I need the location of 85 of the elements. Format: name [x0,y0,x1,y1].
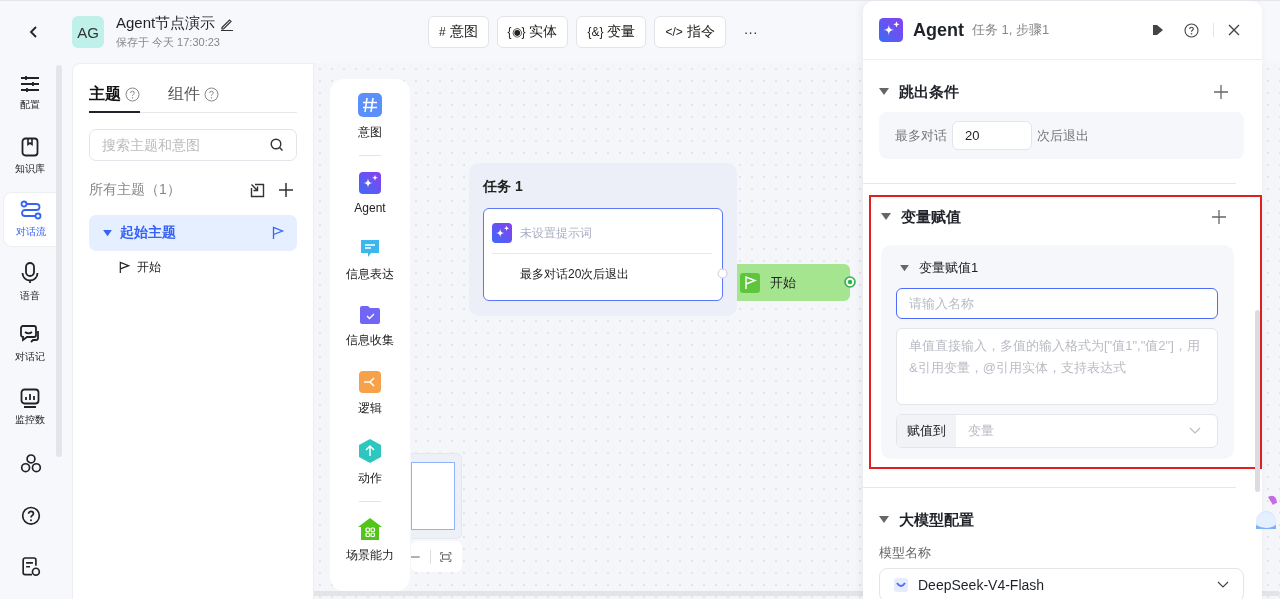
nav-item[interactable]: 语音 [4,255,56,309]
search-icon[interactable] [270,138,284,152]
close-icon[interactable] [1228,24,1240,36]
sliders-icon [20,74,40,93]
toolbar-button[interactable]: {&} 变量 [576,16,647,48]
project-avatar: AG [72,16,104,48]
more-button[interactable]: ··· [737,23,764,41]
import-icon[interactable] [250,182,265,198]
microphone-icon [21,261,39,284]
branch-icon [359,371,381,393]
add-icon[interactable] [1212,210,1226,224]
nav-item[interactable]: 对话流 [4,192,58,246]
panel-title: Agent [913,19,964,41]
folder-check-icon [359,305,381,325]
flag-icon[interactable] [271,226,285,240]
save-time: 保存于 今天 17:30:23 [116,35,221,50]
book-icon [21,136,39,157]
value-field[interactable]: 单值直接输入，多值的输入格式为["值1","值2"]，用&引用变量，@引用实体，支持表达式 [896,328,1218,405]
caret-icon[interactable] [881,213,891,221]
message-icon [359,237,381,259]
nav-item[interactable]: 对话记 [4,318,56,372]
item-title: 变量赋值1 [919,259,979,277]
name-field[interactable]: 请输入名称 [896,288,1218,319]
sparkle-icon [359,172,381,194]
search-field[interactable]: 搜索主题和意图 [89,129,297,161]
help-icon[interactable] [21,505,41,526]
section-title: 变量赋值 [901,207,961,227]
project-title: Agent节点演示 [116,14,216,33]
tree-item[interactable]: 开始 [89,251,297,276]
connection-port[interactable] [844,276,856,288]
chevron-down-icon[interactable] [1217,581,1229,589]
caret-icon[interactable] [103,229,112,237]
palette-item[interactable]: 动作 [358,439,382,487]
nav-item[interactable]: 配置 [4,67,56,120]
palette-item[interactable]: 意图 [358,93,382,141]
toolbar-button[interactable]: {◉} 实体 [496,16,569,48]
nav-item[interactable]: 监控数 [4,381,56,435]
panel-tab[interactable]: 组件 [168,80,219,113]
palette-item[interactable]: Agent [354,172,386,215]
palette-item[interactable]: 信息表达 [346,237,394,283]
edit-icon[interactable] [220,16,235,31]
apps-icon[interactable] [20,454,42,474]
panel-tab[interactable]: 主题 [89,80,140,113]
flag-icon [740,272,760,293]
task-node[interactable]: 任务 1 未设置提示词 最多对话20次后退出 [469,163,737,316]
field-label: 模型名称 [879,544,932,562]
node-title: 任务 1 [483,178,524,196]
add-icon[interactable] [1214,85,1228,99]
exit-rule-text: 最多对话20次后退出 [520,266,631,283]
number-field[interactable]: 20 [952,121,1032,150]
panel-subtitle: 任务 1, 步骤1 [972,21,1050,39]
topics-heading: 所有主题（1） [89,181,181,199]
palette-item[interactable]: 场景能力 [346,518,394,564]
chart-icon [20,388,40,409]
palette-item[interactable]: 信息收集 [346,305,394,349]
caret-icon[interactable] [879,88,889,96]
fit-view-icon[interactable] [440,549,452,564]
toolbar-button[interactable]: # 意图 [428,16,489,48]
tree-item[interactable]: 起始主题 [89,215,297,251]
section-title: 跳出条件 [899,82,959,102]
model-logo-icon [894,578,908,592]
palette-item[interactable]: 逻辑 [358,371,382,417]
help-icon[interactable] [1184,22,1199,38]
play-icon[interactable] [1152,24,1164,36]
nav-item[interactable]: 知识库 [4,129,56,183]
field-label: 最多对话 [895,126,947,145]
scrollbar[interactable] [1255,310,1260,492]
caret-icon[interactable] [879,516,889,524]
agent-step-card[interactable]: 未设置提示词 最多对话20次后退出 [483,208,723,301]
prompt-placeholder: 未设置提示词 [520,224,592,242]
agent-icon [492,223,512,243]
target-select[interactable]: 赋值到 变量 [896,414,1218,448]
start-node[interactable]: 开始 [737,264,850,301]
hash-icon [358,93,382,117]
caret-icon[interactable] [900,264,909,272]
toolbar-button[interactable]: </> 指令 [654,16,726,48]
house-icon [358,518,382,540]
document-settings-icon[interactable] [21,557,41,577]
agent-icon [879,18,903,42]
add-icon[interactable] [279,183,293,197]
flow-icon [20,199,42,220]
flag-icon [118,261,131,274]
field-label: 次后退出 [1037,126,1089,145]
arrow-up-icon [359,439,381,463]
section-title: 大模型配置 [899,510,974,530]
